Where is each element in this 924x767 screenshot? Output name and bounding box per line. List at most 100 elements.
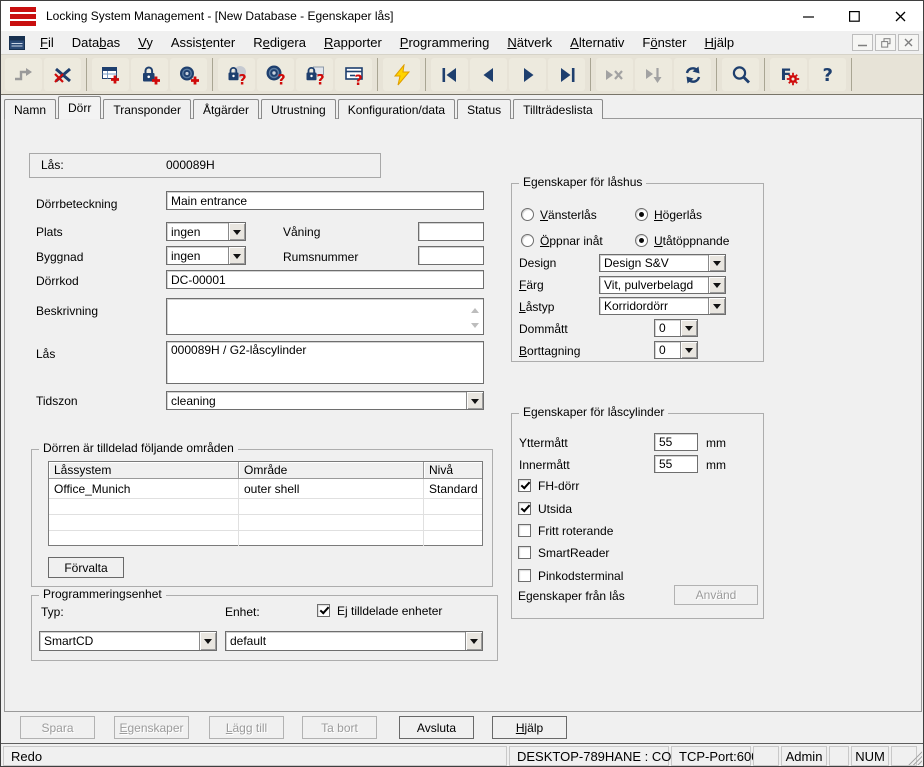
chevron-down-icon xyxy=(199,632,216,650)
tab-transponder[interactable]: Transponder xyxy=(103,99,191,119)
radio-left-lock-label: Vänsterlås xyxy=(540,208,597,222)
description-label: Beskrivning xyxy=(36,304,98,318)
close-button[interactable] xyxy=(877,1,923,31)
minimize-button[interactable] xyxy=(785,1,831,31)
inner-dim-input[interactable] xyxy=(654,455,698,473)
door-label-input[interactable] xyxy=(166,191,484,210)
lock-type-combo[interactable]: Korridordörr xyxy=(599,297,726,315)
menu-rapporter[interactable]: Rapporter xyxy=(315,33,391,52)
menu-databas[interactable]: Databas xyxy=(63,33,129,52)
help-button[interactable]: Hjälp xyxy=(492,716,567,739)
dome-combo[interactable]: 0 xyxy=(654,319,698,337)
door-code-input[interactable] xyxy=(166,270,484,289)
properties-button[interactable]: Egenskaper xyxy=(114,716,189,739)
tab-tilltradeslista[interactable]: Tillträdeslista xyxy=(513,99,603,119)
floor-input[interactable] xyxy=(418,222,484,241)
menu-vy[interactable]: Vy xyxy=(129,33,162,52)
radio-opens-inward[interactable]: Öppnar inåt xyxy=(521,233,603,248)
menu-hjalp[interactable]: Hjälp xyxy=(695,33,743,52)
maximize-button[interactable] xyxy=(831,1,877,31)
fh-door-checkbox[interactable]: FH-dörr xyxy=(518,478,579,493)
lock-field-textarea[interactable]: 000089H / G2-låscylinder xyxy=(166,341,484,384)
lockcase-group-title: Egenskaper för låshus xyxy=(519,175,646,189)
checkbox-icon xyxy=(518,502,531,515)
menu-natverk[interactable]: Nätverk xyxy=(498,33,561,52)
remove-button[interactable]: Ta bort xyxy=(302,716,377,739)
tab-atgarder[interactable]: Åtgärder xyxy=(193,99,259,119)
search-icon[interactable] xyxy=(722,58,759,91)
tab-konfiguration-data[interactable]: Konfiguration/data xyxy=(338,99,455,119)
removal-combo[interactable]: 0 xyxy=(654,341,698,359)
jump-record-icon[interactable] xyxy=(635,58,672,91)
place-combo[interactable]: ingen xyxy=(166,222,246,241)
save-button[interactable]: Spara xyxy=(20,716,95,739)
tab-namn[interactable]: Namn xyxy=(4,99,56,119)
menu-redigera[interactable]: Redigera xyxy=(244,33,315,52)
room-input[interactable] xyxy=(418,246,484,265)
outer-dim-input[interactable] xyxy=(654,433,698,451)
scroll-up-icon[interactable] xyxy=(471,304,479,313)
unassigned-devices-checkbox[interactable]: Ej tilldelade enheter xyxy=(317,603,442,618)
mdi-minimize-button[interactable] xyxy=(852,34,873,51)
previous-record-icon[interactable] xyxy=(470,58,507,91)
smartreader-checkbox[interactable]: SmartReader xyxy=(518,545,609,560)
description-textarea[interactable] xyxy=(166,298,484,335)
help-icon[interactable]: ? xyxy=(809,58,846,91)
building-combo[interactable]: ingen xyxy=(166,246,246,265)
menu-alternativ[interactable]: Alternativ xyxy=(561,33,633,52)
first-record-icon[interactable] xyxy=(431,58,468,91)
new-transponder-icon[interactable] xyxy=(170,58,207,91)
resize-grip[interactable] xyxy=(907,750,922,765)
table-row-empty xyxy=(49,514,482,530)
apply-button[interactable]: Använd xyxy=(674,585,758,605)
timezone-combo[interactable]: cleaning xyxy=(166,391,484,410)
column-header-niva[interactable]: Nivå xyxy=(424,462,482,479)
color-combo[interactable]: Vit, pulverbelagd xyxy=(599,276,726,294)
free-rotating-checkbox[interactable]: Fritt roterande xyxy=(518,523,613,538)
column-header-omrade[interactable]: Område xyxy=(239,462,424,479)
radio-right-lock[interactable]: Högerlås xyxy=(635,207,702,222)
menu-programmering[interactable]: Programmering xyxy=(391,33,499,52)
tab-status[interactable]: Status xyxy=(457,99,511,119)
free-rotating-label: Fritt roterande xyxy=(538,524,613,538)
logout-icon[interactable] xyxy=(44,58,81,91)
menu-fil[interactable]: Fil xyxy=(31,33,63,52)
programming-type-combo[interactable]: SmartCD xyxy=(39,631,217,651)
manage-button[interactable]: Förvalta xyxy=(48,557,124,578)
program-icon[interactable] xyxy=(383,58,420,91)
column-header-lassystem[interactable]: Låssystem xyxy=(49,462,239,479)
design-label: Design xyxy=(519,256,556,270)
read-lock-icon[interactable]: ? xyxy=(218,58,255,91)
app-window: Locking System Management - [New Databas… xyxy=(0,0,924,767)
design-combo[interactable]: Design S&V xyxy=(599,254,726,272)
exit-button[interactable]: Avsluta xyxy=(399,716,474,739)
read-network-icon[interactable]: ? xyxy=(335,58,372,91)
last-record-icon[interactable] xyxy=(548,58,585,91)
refresh-icon[interactable] xyxy=(674,58,711,91)
outside-checkbox[interactable]: Utsida xyxy=(518,501,572,516)
menu-assistenter[interactable]: Assistenter xyxy=(162,33,244,52)
next-record-icon[interactable] xyxy=(509,58,546,91)
scroll-down-icon[interactable] xyxy=(471,323,479,332)
radio-left-lock[interactable]: Vänsterlås xyxy=(521,207,597,222)
read-transponder-icon[interactable]: ? xyxy=(257,58,294,91)
new-lock-icon[interactable] xyxy=(131,58,168,91)
tab-dorr[interactable]: Dörr xyxy=(58,96,101,119)
chevron-down-icon xyxy=(708,277,725,293)
table-row[interactable]: Office_Munich outer shell Standard xyxy=(49,479,482,498)
mdi-restore-button[interactable] xyxy=(875,34,896,51)
pincode-terminal-checkbox[interactable]: Pinkodsterminal xyxy=(518,568,623,583)
programming-device-combo[interactable]: default xyxy=(225,631,483,651)
read-g1-lock-icon[interactable]: ? xyxy=(296,58,333,91)
fh-door-label: FH-dörr xyxy=(538,479,579,493)
menu-fonster[interactable]: Fönster xyxy=(633,33,695,52)
login-icon[interactable] xyxy=(5,58,42,91)
new-locking-system-icon[interactable] xyxy=(92,58,129,91)
add-button[interactable]: Lägg till xyxy=(209,716,284,739)
radio-opens-outward[interactable]: Utåtöppnande xyxy=(635,233,729,248)
filter-settings-icon[interactable]: F xyxy=(770,58,807,91)
skip-record-icon[interactable] xyxy=(596,58,633,91)
mdi-close-button[interactable] xyxy=(898,34,919,51)
tab-utrustning[interactable]: Utrustning xyxy=(261,99,336,119)
chevron-down-icon xyxy=(228,247,245,264)
